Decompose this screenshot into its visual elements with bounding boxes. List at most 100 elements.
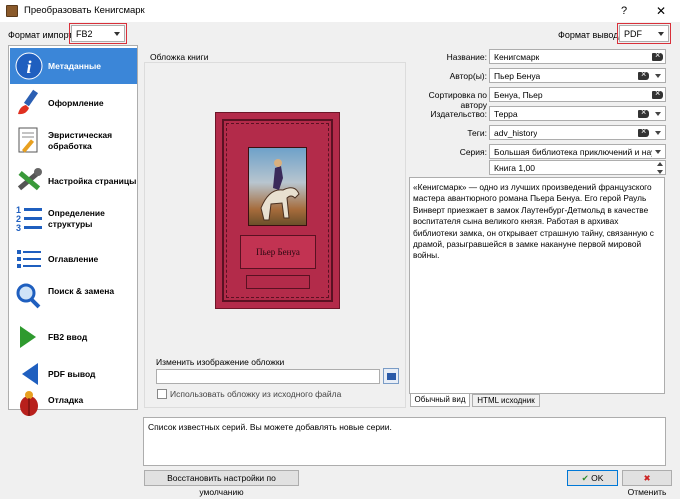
comments-editor[interactable]: «Кенигсмарк» — одно из лучших произведен… (409, 177, 665, 394)
cover-author-panel: Пьер Бенуа (240, 235, 316, 269)
use-source-cover-label: Использовать обложку из исходного файла (170, 389, 342, 399)
book-number-spinbox[interactable]: Книга 1,00 (489, 160, 666, 175)
spin-down-icon[interactable] (657, 170, 663, 174)
sidebar-item-search-replace[interactable]: Поиск & замена (10, 278, 137, 318)
check-icon: ✔ (581, 473, 589, 483)
svg-text:3: 3 (16, 223, 21, 233)
sidebar-item-debug[interactable]: Отладка (10, 391, 137, 416)
sidebar-item-heuristics[interactable]: Эвристическая обработка (10, 122, 137, 162)
sidebar-item-label: Отладка (48, 395, 84, 405)
cover-author-text: Пьер Бенуа (256, 247, 300, 257)
sidebar-item-label: FB2 ввод (48, 332, 88, 342)
cover-title-panel (246, 275, 310, 289)
clear-icon[interactable] (652, 50, 663, 61)
sidebar-item-pdf-output[interactable]: PDF вывод (10, 356, 137, 392)
svg-text:i: i (26, 57, 31, 77)
help-text-box: Список известных серий. Вы можете добавл… (143, 417, 666, 466)
series-combo[interactable]: Большая библиотека приключений и нау (489, 144, 666, 159)
author-sort-input[interactable]: Бенуа, Пьер (489, 87, 666, 102)
bug-icon (20, 391, 38, 416)
publisher-value: Терра (494, 109, 518, 119)
sidebar-item-page-setup[interactable]: Настройка страницы (10, 163, 137, 199)
help-text: Список известных серий. Вы можете добавл… (148, 422, 392, 432)
tools-icon (17, 168, 42, 191)
info-icon: i (15, 52, 43, 80)
sidebar-item-label: Определение структуры (48, 208, 105, 229)
chevron-down-icon[interactable] (655, 112, 661, 116)
input-format-select[interactable]: FB2 (71, 25, 125, 42)
sidebar-item-label: Оформление (48, 98, 104, 108)
sidebar-item-label: Оглавление (48, 254, 99, 264)
window-title: Преобразовать Кенигсмарк (24, 5, 145, 16)
cover-group-title: Обложка книги (150, 52, 209, 62)
sidebar-item-toc[interactable]: Оглавление (10, 241, 137, 277)
tags-value: adv_history (494, 128, 538, 138)
chevron-down-icon (114, 32, 120, 36)
magnifier-icon (16, 283, 41, 309)
spin-up-icon[interactable] (657, 162, 663, 166)
series-value: Большая библиотека приключений и нау (494, 147, 652, 157)
cover-path-input[interactable] (156, 369, 380, 384)
arrow-right-icon (20, 326, 36, 348)
publisher-label: Издательство: (430, 109, 487, 119)
app-book-icon (6, 5, 18, 17)
sidebar-item-label: Метаданные (48, 61, 101, 71)
book-number-value: Книга 1,00 (494, 163, 535, 173)
clear-icon[interactable] (638, 69, 649, 80)
author-label: Автор(ы): (449, 71, 487, 81)
cover-illustration (248, 147, 307, 226)
sidebar-item-label: PDF вывод (48, 369, 96, 379)
title-label: Название: (446, 52, 487, 62)
horse-rider-illustration (260, 159, 300, 221)
clear-icon[interactable] (638, 107, 649, 118)
ok-button[interactable]: ✔ OK (567, 470, 618, 486)
close-button[interactable]: ✕ (650, 2, 672, 20)
output-format-select[interactable]: PDF (619, 25, 669, 42)
sidebar-item-structure[interactable]: 1 2 3 Определение структуры (10, 200, 137, 240)
output-format-label: Формат вывода: (558, 30, 626, 40)
chevron-down-icon[interactable] (655, 131, 661, 135)
sidebar-item-metadata[interactable]: i Метаданные (10, 48, 137, 84)
author-combo[interactable]: Пьер Бенуа (489, 68, 666, 83)
sidebar-item-label: Поиск & замена (48, 286, 115, 296)
cancel-button[interactable]: ✖ Отменить (622, 470, 672, 497)
tags-label: Теги: (467, 128, 487, 138)
sidebar-item-look[interactable]: Оформление (10, 85, 137, 121)
series-label: Серия: (459, 147, 487, 157)
tags-input[interactable]: adv_history (489, 125, 666, 140)
input-format-value: FB2 (76, 29, 93, 39)
tab-html-source[interactable]: HTML исходник (472, 394, 540, 407)
cancel-label: Отменить (627, 487, 667, 497)
numbered-list-icon: 1 2 3 (16, 205, 42, 233)
folder-icon (387, 373, 396, 380)
browse-cover-button[interactable] (383, 368, 399, 384)
help-button[interactable]: ? (614, 2, 634, 20)
restore-defaults-button[interactable]: Восстановить настройки по умолчанию (144, 470, 299, 497)
chevron-down-icon (658, 32, 664, 36)
chevron-down-icon[interactable] (655, 150, 661, 154)
book-cover-image: Пьер Бенуа (215, 112, 340, 309)
author-sort-label: Сортировка по автору (428, 90, 487, 110)
title-input[interactable]: Кенигсмарк (489, 49, 666, 64)
arrow-left-icon (22, 363, 38, 385)
ok-label: OK (591, 473, 604, 483)
tab-normal-view[interactable]: Обычный вид (410, 394, 470, 407)
change-cover-label: Изменить изображение обложки (156, 357, 285, 367)
author-sort-value: Бенуа, Пьер (494, 90, 543, 100)
clear-icon[interactable] (638, 126, 649, 137)
document-wand-icon (18, 127, 38, 153)
output-format-value: PDF (624, 29, 642, 39)
use-source-cover-checkbox[interactable] (157, 389, 167, 399)
toc-icon (17, 250, 41, 268)
clear-icon[interactable] (652, 88, 663, 99)
cancel-icon: ✖ (643, 473, 651, 483)
comments-text: «Кенигсмарк» — одно из лучших произведен… (413, 182, 654, 261)
sidebar-item-fb2-input[interactable]: FB2 ввод (10, 319, 137, 355)
paintbrush-icon (18, 89, 39, 115)
publisher-combo[interactable]: Терра (489, 106, 666, 121)
chevron-down-icon[interactable] (655, 74, 661, 78)
author-value: Пьер Бенуа (494, 71, 541, 81)
title-value: Кенигсмарк (494, 52, 540, 62)
sidebar-item-label: Эвристическая обработка (48, 130, 113, 151)
sidebar: i Метаданные Оформление Эвристическая об… (8, 45, 138, 416)
